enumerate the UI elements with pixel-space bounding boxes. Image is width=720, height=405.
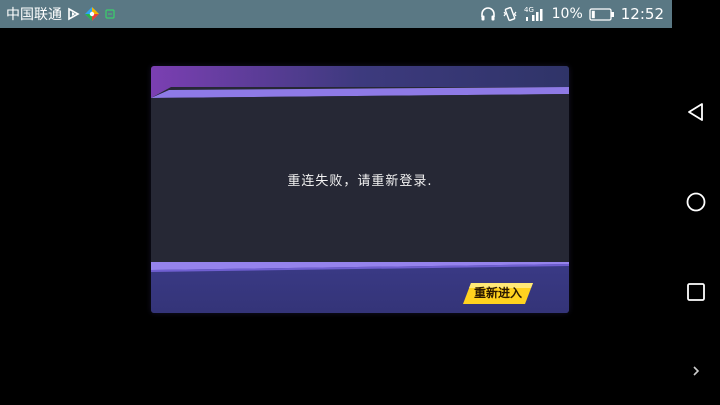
colorful-app-icon	[84, 6, 100, 22]
sim-icon	[104, 8, 116, 20]
expand-nav-button[interactable]	[680, 355, 712, 387]
recents-button[interactable]	[680, 276, 712, 308]
reconnect-dialog: 重连失败，请重新登录. 重新进入	[151, 66, 569, 313]
navigation-bar	[672, 0, 720, 405]
clock: 12:52	[620, 5, 664, 23]
back-button[interactable]	[680, 96, 712, 128]
headphones-icon	[480, 6, 496, 22]
play-icon	[66, 7, 80, 21]
signal-icon: 4G	[524, 5, 546, 23]
home-button[interactable]	[680, 186, 712, 218]
status-bar-left: 中国联通	[0, 4, 116, 24]
reenter-button[interactable]: 重新进入	[463, 282, 533, 305]
status-bar-right: 4G 10% 12:52	[480, 5, 672, 23]
network-type: 4G	[524, 6, 534, 14]
reenter-button-label: 重新进入	[473, 286, 522, 300]
dialog-header-decoration	[151, 66, 569, 98]
recents-icon	[687, 283, 705, 301]
carrier-name: 中国联通	[6, 7, 62, 23]
status-bar: 中国联通 4G 10% 12:52	[0, 0, 672, 28]
vibrate-icon	[502, 6, 518, 22]
back-icon	[688, 103, 703, 121]
home-icon	[686, 192, 706, 212]
dialog-message: 重连失败，请重新登录.	[287, 174, 433, 189]
chevron-right-icon	[693, 366, 700, 376]
battery-icon	[589, 7, 615, 21]
battery-percent: 10%	[551, 6, 583, 22]
